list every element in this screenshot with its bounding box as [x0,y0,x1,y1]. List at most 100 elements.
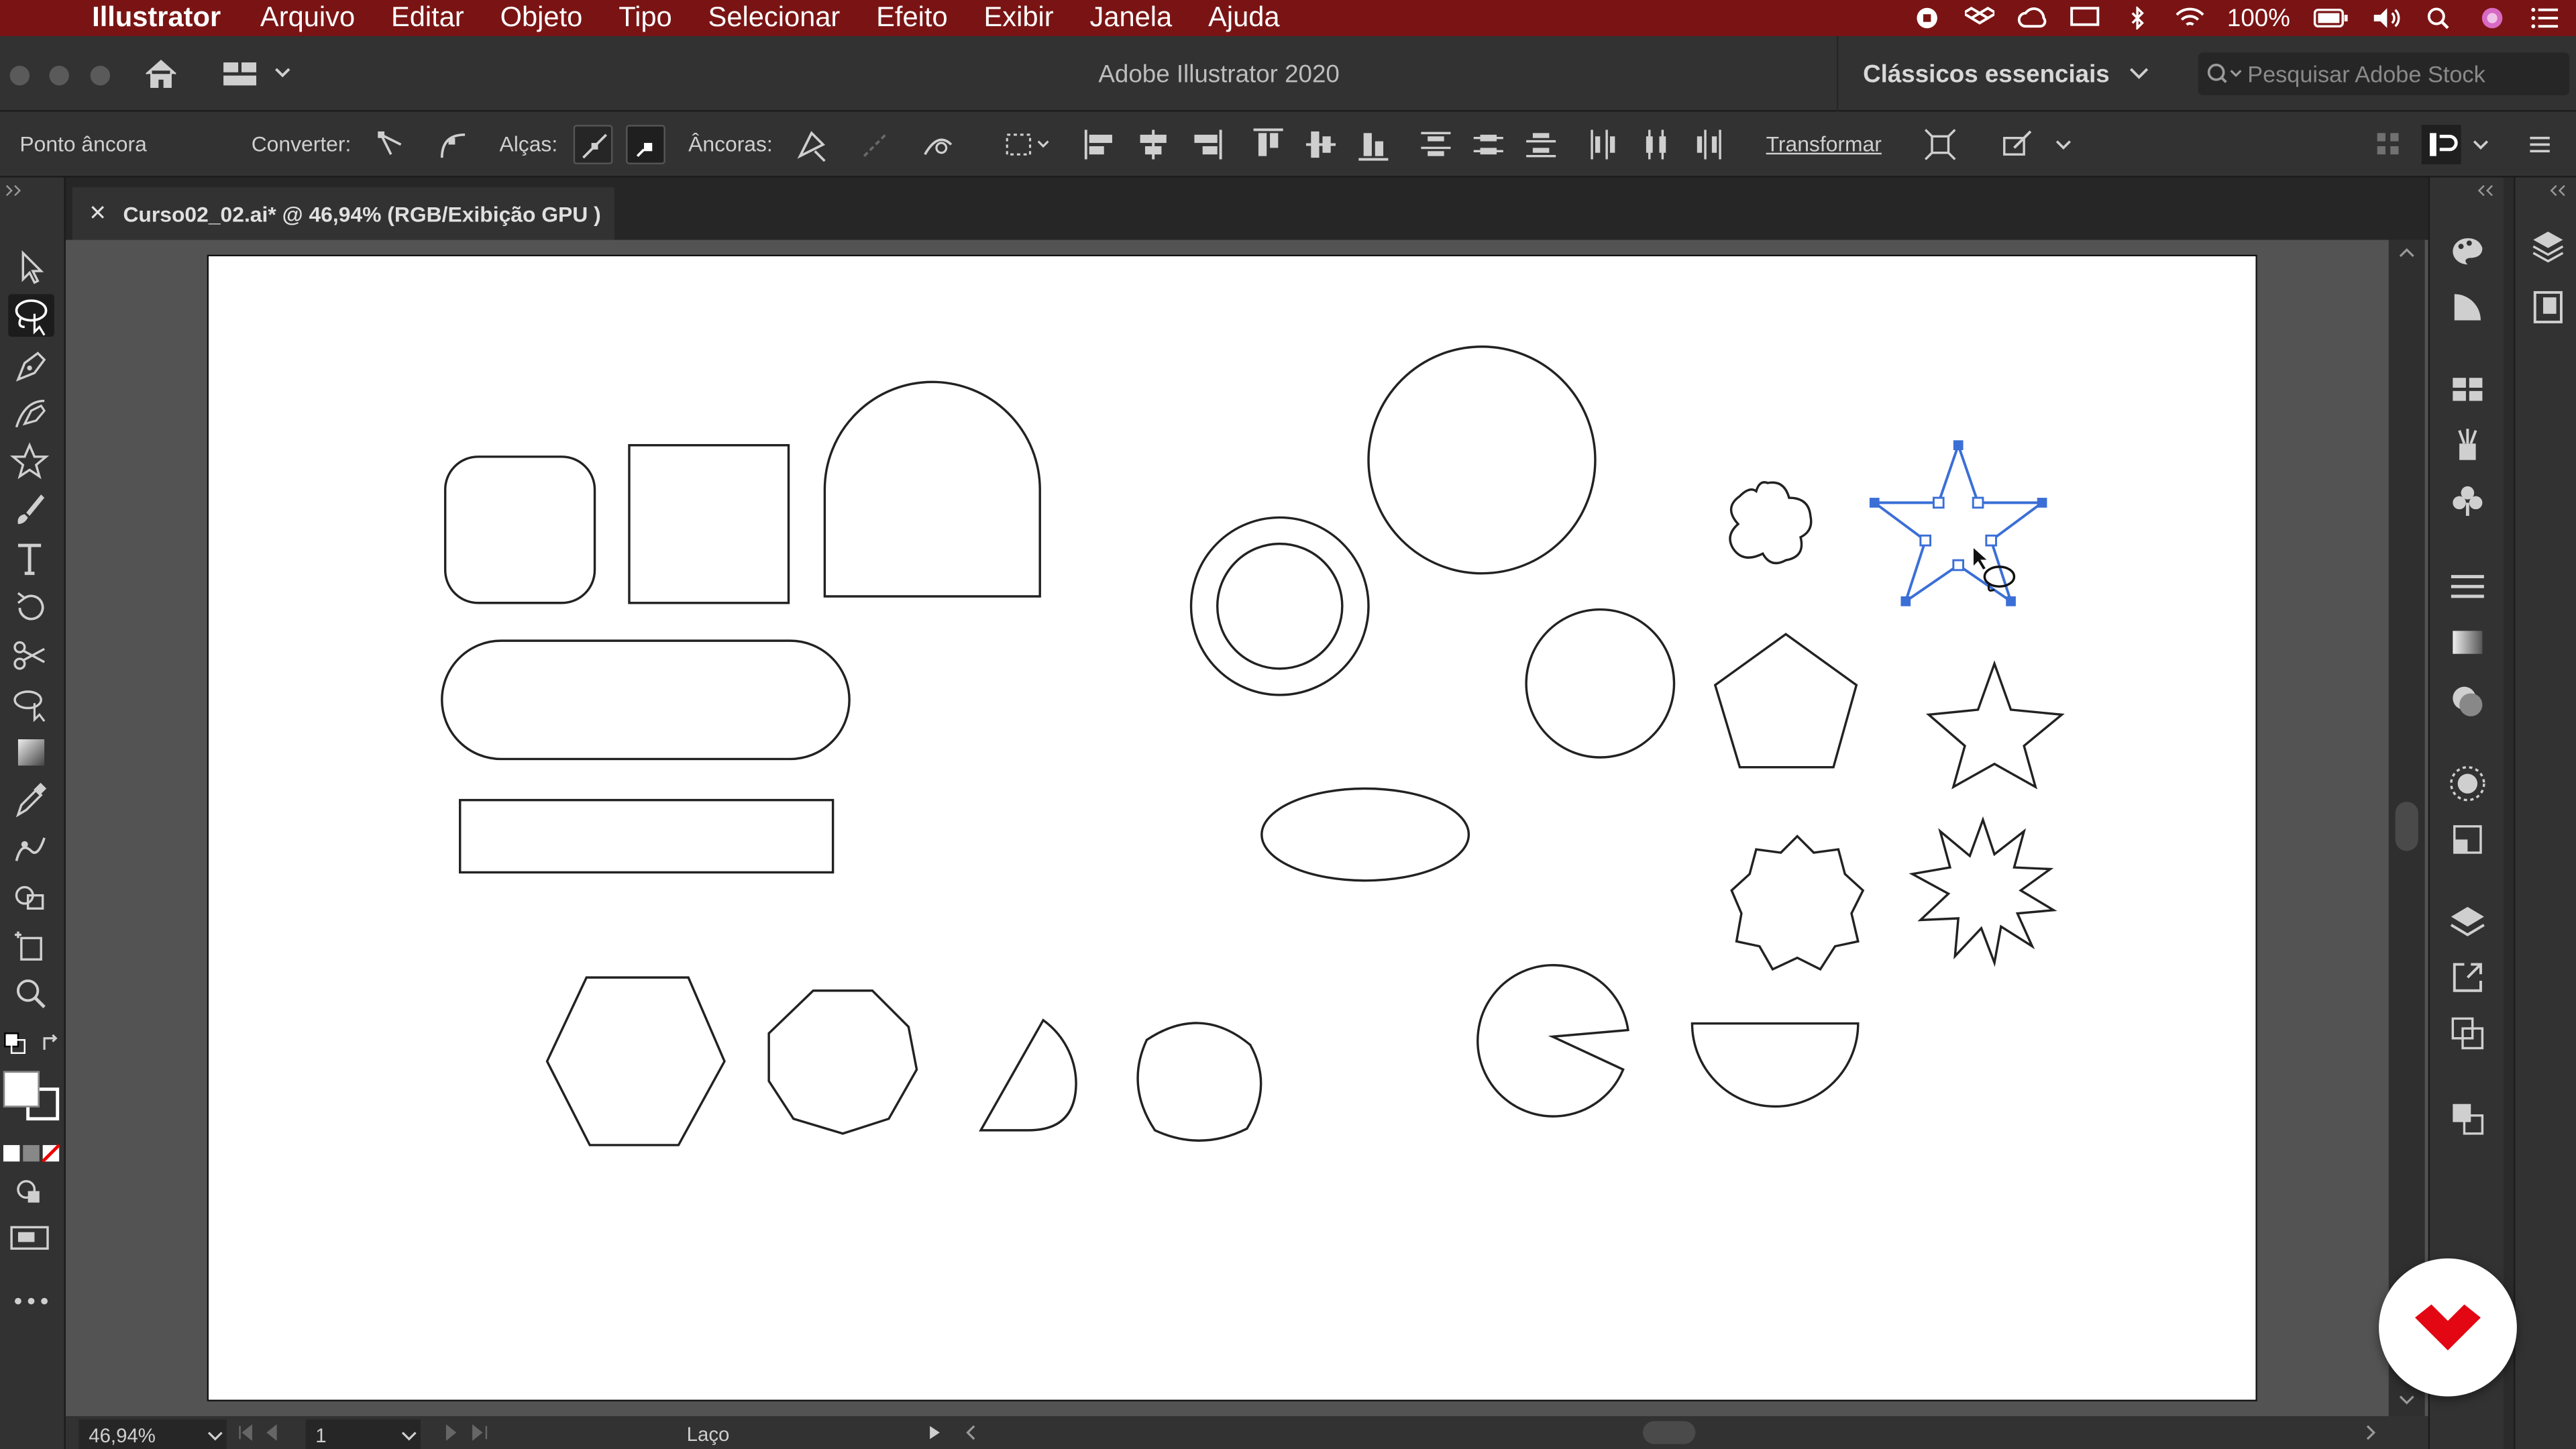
layers-button[interactable] [2447,900,2489,943]
menu-exibir[interactable]: Exibir [984,1,1054,34]
symbols-button[interactable] [2447,480,2489,523]
stroke-panel-button[interactable] [2447,565,2489,608]
cut-path-icon[interactable] [918,125,958,164]
properties-panel-icon[interactable] [2421,125,2461,164]
select-similar-icon[interactable] [1998,125,2037,164]
large-circle[interactable] [1367,345,1597,575]
brushes-button[interactable] [2447,424,2489,467]
align-horizontal-center-icon[interactable] [1134,125,1173,164]
distribute-right-icon[interactable] [1689,125,1729,164]
chevron-down-icon[interactable] [2047,125,2080,164]
menu-tipo[interactable]: Tipo [619,1,672,34]
display-icon[interactable] [2070,7,2099,30]
nonagon[interactable] [767,989,918,1135]
battery-icon[interactable] [2313,7,2349,30]
color-mode-icon[interactable] [3,1143,62,1163]
menu-editar[interactable]: Editar [391,1,464,34]
menu-objeto[interactable]: Objeto [500,1,583,34]
creative-cloud-icon[interactable] [2017,7,2046,30]
color-panel-button[interactable] [2447,230,2489,273]
artboard-number-field[interactable]: 1 [305,1419,421,1449]
anchor-widget-icon[interactable] [1002,125,1055,164]
screen-mode-icon[interactable] [10,1222,53,1252]
grid-icon[interactable] [2369,125,2408,164]
collapse-panel-icon[interactable] [2548,184,2567,197]
scroll-up-icon[interactable] [2397,246,2416,260]
scroll-down-icon[interactable] [2397,1393,2416,1407]
isolate-selected-icon[interactable] [1921,125,1960,164]
spotlight-search-icon[interactable] [2425,7,2455,30]
rounded-pentagon[interactable] [1136,1022,1263,1142]
graphic-styles-button[interactable] [2447,818,2489,861]
remove-anchor-icon[interactable] [792,125,831,164]
type-tool[interactable] [8,537,54,580]
ellipse[interactable] [1260,787,1470,882]
gradient-panel-button[interactable] [2447,621,2489,664]
zoom-level-field[interactable]: 46,94% [78,1419,227,1449]
show-handles-icon[interactable] [573,125,613,164]
distribute-bottom-icon[interactable] [1521,125,1561,164]
distribute-vertical-center-icon[interactable] [1468,125,1508,164]
scroll-left-icon[interactable] [963,1424,979,1440]
hexagon[interactable] [545,976,726,1146]
bluetooth-icon[interactable] [2122,6,2151,30]
rotate-tool[interactable] [8,585,54,628]
default-colors-icon[interactable] [3,1032,26,1055]
asset-export-button[interactable] [2447,956,2489,999]
first-prev-artboard-icon[interactable] [237,1424,299,1441]
menu-janela[interactable]: Janela [1090,1,1173,34]
rectangle[interactable] [459,798,835,874]
workspace-switcher[interactable]: Clássicos essenciais [1836,36,2165,112]
flower-shape[interactable] [1729,481,1813,565]
collapse-panel-icon[interactable] [3,184,23,197]
rounded-square[interactable] [443,455,596,604]
color-guide-button[interactable] [2447,286,2489,329]
starburst[interactable] [1909,816,2057,967]
adobe-stock-search[interactable]: Pesquisar Adobe Stock [2198,52,2570,96]
transparency-button[interactable] [2447,680,2489,723]
ring-inner[interactable] [1216,542,1344,670]
more-tools-icon[interactable] [13,1295,50,1308]
collapse-panel-icon[interactable] [2476,184,2496,197]
wifi-icon[interactable] [2175,7,2204,30]
siri-icon[interactable] [2477,7,2507,30]
appearance-button[interactable] [2447,762,2489,805]
artboard-tool[interactable] [8,925,54,968]
learn-button[interactable] [2527,286,2570,329]
pacman-shape[interactable] [1477,964,1629,1118]
align-top-icon[interactable] [1248,125,1288,164]
connect-anchors-icon[interactable] [856,125,896,164]
transform-link[interactable]: Transformar [1766,131,1882,156]
fill-swatch[interactable] [3,1071,40,1108]
menu-efeito[interactable]: Efeito [876,1,947,34]
scroll-right-icon[interactable] [2363,1424,2379,1440]
panel-menu-icon[interactable] [2520,125,2560,164]
align-left-icon[interactable] [1081,125,1120,164]
vertical-scrollbar[interactable] [2388,239,2425,1417]
curvature-tool[interactable] [8,391,54,434]
circle[interactable] [1525,608,1676,759]
align-vertical-center-icon[interactable] [1301,125,1341,164]
document-tab[interactable]: ✕ Curso02_02.ai* @ 46,94% (RGB/Exibição … [72,187,614,240]
distribute-left-icon[interactable] [1584,125,1623,164]
teardrop-shape[interactable] [979,1018,1077,1132]
shape-builder-tool[interactable] [8,875,54,918]
convert-corner-icon[interactable] [371,125,411,164]
align-right-icon[interactable] [1186,125,1226,164]
menu-selecionar[interactable]: Selecionar [708,1,841,34]
puppet-warp-tool[interactable] [8,682,54,724]
record-icon[interactable] [1912,7,1941,30]
square[interactable] [628,443,790,604]
arch-shape[interactable] [823,380,1041,598]
zoom-tool[interactable] [8,973,54,1016]
star[interactable] [1925,660,2065,790]
blend-tool[interactable] [8,828,54,871]
next-last-artboard-icon[interactable] [437,1424,499,1441]
align-bottom-icon[interactable] [1354,125,1393,164]
dropbox-icon[interactable] [1964,6,1994,30]
selected-star[interactable] [1869,440,2047,606]
menu-arquivo[interactable]: Arquivo [260,1,355,34]
distribute-horizontal-center-icon[interactable] [1636,125,1676,164]
pathfinder-button[interactable] [2447,1097,2489,1140]
notification-center-icon[interactable] [2530,7,2559,30]
